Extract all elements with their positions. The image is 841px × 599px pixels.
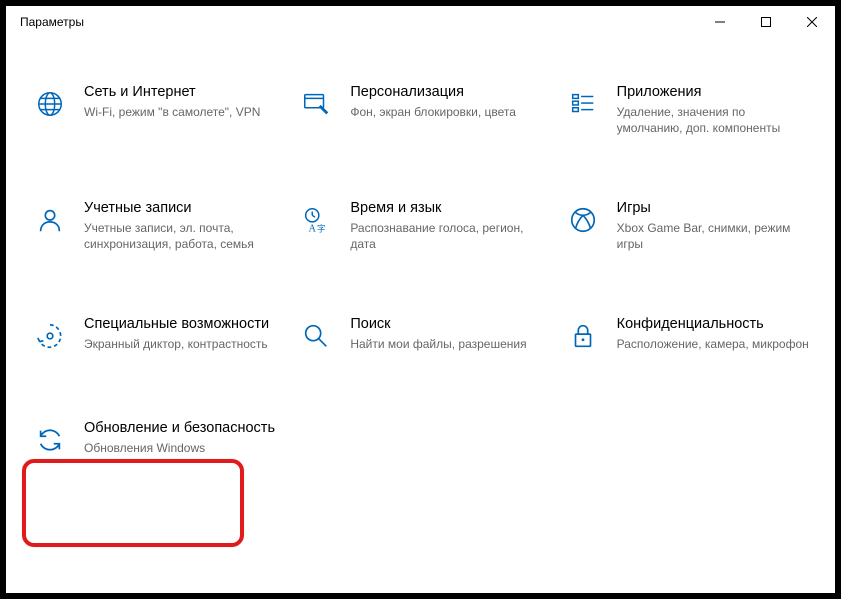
window-controls (697, 6, 835, 38)
tile-update-security[interactable]: Обновление и безопасность Обновления Win… (26, 412, 282, 466)
svg-text:A: A (309, 223, 317, 234)
window-title: Параметры (20, 15, 84, 29)
tile-title: Учетные записи (84, 198, 278, 218)
settings-grid-container: Сеть и Интернет Wi-Fi, режим "в самолете… (6, 76, 835, 593)
titlebar: Параметры (6, 6, 835, 38)
tile-desc: Wi-Fi, режим "в самолете", VPN (84, 104, 278, 120)
minimize-icon (715, 17, 725, 27)
tile-desc: Экранный диктор, контрастность (84, 336, 278, 352)
tile-desc: Учетные записи, эл. почта, синхронизация… (84, 220, 278, 252)
tile-accessibility[interactable]: Специальные возможности Экранный диктор,… (26, 308, 282, 362)
tile-desc: Фон, экран блокировки, цвета (350, 104, 544, 120)
tile-apps[interactable]: Приложения Удаление, значения по умолчан… (559, 76, 815, 142)
tile-desc: Xbox Game Bar, снимки, режим игры (617, 220, 811, 252)
time-language-icon: A 字 (296, 200, 336, 240)
tile-time-language[interactable]: A 字 Время и язык Распознавание голоса, р… (292, 192, 548, 258)
tile-desc: Найти мои файлы, разрешения (350, 336, 544, 352)
tile-title: Поиск (350, 314, 544, 334)
tile-title: Время и язык (350, 198, 544, 218)
tile-desc: Удаление, значения по умолчанию, доп. ко… (617, 104, 811, 136)
settings-grid: Сеть и Интернет Wi-Fi, режим "в самолете… (26, 76, 815, 466)
tile-desc: Распознавание голоса, регион, дата (350, 220, 544, 252)
svg-text:字: 字 (317, 223, 325, 233)
tile-title: Обновление и безопасность (84, 418, 278, 438)
tile-desc: Расположение, камера, микрофон (617, 336, 811, 352)
close-button[interactable] (789, 6, 835, 38)
tile-personalization[interactable]: Персонализация Фон, экран блокировки, цв… (292, 76, 548, 142)
close-icon (807, 17, 817, 27)
tile-title: Сеть и Интернет (84, 82, 278, 102)
tile-title: Приложения (617, 82, 811, 102)
tile-search[interactable]: Поиск Найти мои файлы, разрешения (292, 308, 548, 362)
tile-title: Персонализация (350, 82, 544, 102)
maximize-icon (761, 17, 771, 27)
person-icon (30, 200, 70, 240)
search-icon (296, 316, 336, 356)
tile-title: Игры (617, 198, 811, 218)
paint-icon (296, 84, 336, 124)
tile-title: Специальные возможности (84, 314, 278, 334)
tile-accounts[interactable]: Учетные записи Учетные записи, эл. почта… (26, 192, 282, 258)
maximize-button[interactable] (743, 6, 789, 38)
minimize-button[interactable] (697, 6, 743, 38)
update-icon (30, 420, 70, 460)
tile-gaming[interactable]: Игры Xbox Game Bar, снимки, режим игры (559, 192, 815, 258)
tile-network[interactable]: Сеть и Интернет Wi-Fi, режим "в самолете… (26, 76, 282, 142)
apps-icon (563, 84, 603, 124)
tile-title: Конфиденциальность (617, 314, 811, 334)
tile-privacy[interactable]: Конфиденциальность Расположение, камера,… (559, 308, 815, 362)
xbox-icon (563, 200, 603, 240)
accessibility-icon (30, 316, 70, 356)
lock-icon (563, 316, 603, 356)
tile-desc: Обновления Windows (84, 440, 278, 456)
globe-icon (30, 84, 70, 124)
settings-window: Параметры (6, 6, 835, 593)
